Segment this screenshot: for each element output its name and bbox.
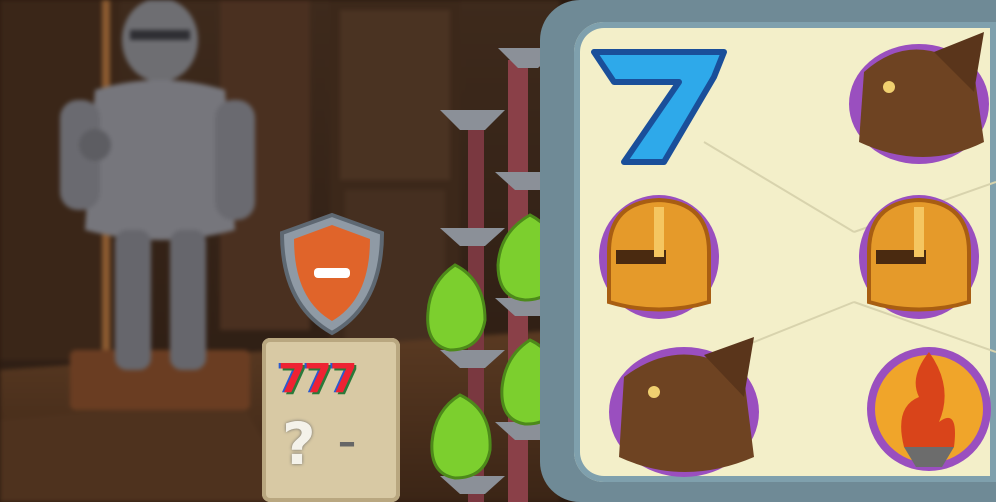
golden-helmet-icon — [859, 195, 979, 319]
gargoyle-icon — [849, 32, 989, 164]
reels-window — [574, 22, 996, 482]
seven-icon — [591, 49, 727, 165]
gargoyle-icon — [609, 337, 759, 477]
torch-icon — [867, 347, 991, 471]
game-stage: 777 ? – — [0, 0, 996, 502]
golden-helmet-icon — [599, 195, 719, 319]
reels-panel — [540, 0, 996, 502]
